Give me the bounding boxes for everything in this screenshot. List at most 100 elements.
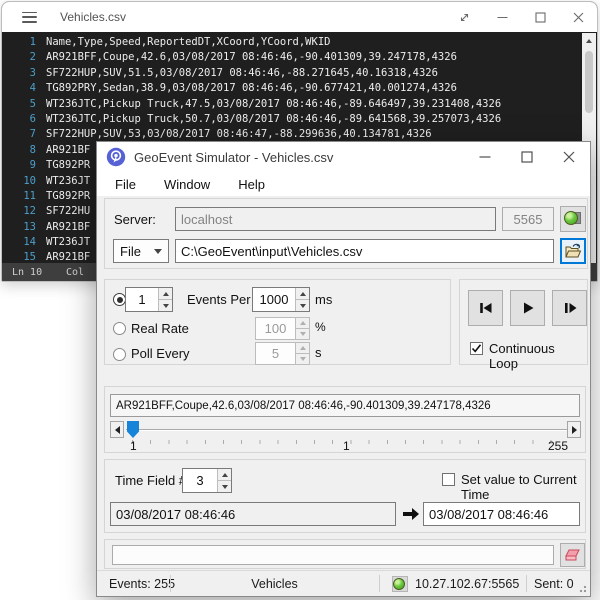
connect-button[interactable] [560, 206, 586, 232]
editor-close-button[interactable] [559, 2, 597, 32]
spinner-down-icon [296, 353, 309, 364]
continuous-loop-label: Continuous Loop [489, 341, 587, 371]
progress-bar [112, 545, 554, 565]
events-per-label: Events Per [187, 292, 251, 307]
editor-window-title: Vehicles.csv [60, 10, 126, 24]
step-forward-button[interactable] [552, 290, 587, 326]
line-text: WT236JT [36, 235, 90, 250]
server-host-input[interactable]: localhost [175, 207, 496, 231]
open-folder-icon [564, 243, 582, 259]
line-text: AR921BFF,Coupe,42.6,03/08/2017 08:46:46,… [36, 50, 457, 65]
status-green-icon [393, 578, 405, 590]
set-current-time-checkbox[interactable] [442, 473, 455, 486]
editor-line: 4TG892PRY,Sedan,38.9,03/08/2017 08:46:46… [2, 81, 597, 96]
arrow-right-icon [571, 426, 578, 434]
continuous-loop-checkbox[interactable] [470, 342, 483, 355]
line-number: 13 [2, 220, 36, 235]
editor-minimize-button[interactable] [483, 2, 521, 32]
server-port-input[interactable]: 5565 [502, 207, 554, 231]
output-time-field[interactable]: 03/08/2017 08:46:46 [423, 502, 580, 526]
scroll-up-icon[interactable] [586, 39, 592, 43]
line-number: 11 [2, 189, 36, 204]
line-number: 10 [2, 174, 36, 189]
interval-ms-value: 1000 [253, 288, 295, 311]
editor-line: 2AR921BFF,Coupe,42.6,03/08/2017 08:46:46… [2, 50, 597, 65]
source-type-value: File [120, 244, 141, 259]
simulator-minimize-button[interactable] [464, 142, 506, 172]
file-path-input[interactable]: C:\GeoEvent\input\Vehicles.csv [175, 239, 554, 263]
editor-line: 3SF722HUP,SUV,51.5,03/08/2017 08:46:46,-… [2, 66, 597, 81]
menu-file[interactable]: File [105, 177, 146, 192]
editor-line: 6WT236JTC,Pickup Truck,50.7,03/08/2017 0… [2, 112, 597, 127]
resize-grip[interactable] [577, 583, 587, 593]
time-field-spinner[interactable]: 3 [182, 468, 232, 493]
menu-hamburger-icon[interactable] [22, 12, 37, 23]
spinner-up-icon[interactable] [159, 288, 172, 299]
poll-every-radio[interactable] [113, 348, 126, 361]
editor-line: 1Name,Type,Speed,ReportedDT,XCoord,YCoor… [2, 35, 597, 50]
step-back-button[interactable] [468, 290, 503, 326]
time-field-value: 3 [183, 469, 217, 492]
line-number: 14 [2, 235, 36, 250]
slider-right-button[interactable] [567, 421, 581, 438]
spinner-up-icon [296, 343, 309, 353]
poll-seconds-spinner: 5 [255, 342, 310, 365]
events-count-value: 1 [126, 288, 158, 311]
spinner-up-icon[interactable] [218, 469, 231, 480]
interval-ms-spinner[interactable]: 1000 [252, 287, 310, 312]
slider-min-label: 1 [130, 439, 137, 453]
editor-line-indicator: Ln 10 [12, 267, 42, 278]
editor-expand-icon[interactable] [445, 2, 483, 32]
events-count: Events: 255 [109, 571, 175, 596]
line-text: TG892PRY,Sedan,38.9,03/08/2017 08:46:46,… [36, 81, 457, 96]
menu-window[interactable]: Window [154, 177, 220, 192]
record-slider-track[interactable] [126, 429, 567, 431]
chevron-down-icon [154, 249, 162, 254]
editor-line: 5WT236JTC,Pickup Truck,47.5,03/08/2017 0… [2, 97, 597, 112]
playback-group: Continuous Loop [459, 279, 588, 365]
line-text: SF722HU [36, 204, 90, 219]
line-number: 2 [2, 50, 36, 65]
line-text: SF722HUP,SUV,51.5,03/08/2017 08:46:46,-8… [36, 66, 438, 81]
real-rate-label: Real Rate [131, 321, 189, 336]
browse-file-button[interactable] [560, 238, 586, 264]
source-time-field[interactable]: 03/08/2017 08:46:46 [110, 502, 396, 526]
eraser-icon [564, 549, 581, 562]
spinner-down-icon[interactable] [296, 299, 309, 311]
line-number: 3 [2, 66, 36, 81]
real-rate-radio[interactable] [113, 322, 126, 335]
current-record-field[interactable]: AR921BFF,Coupe,42.6,03/08/2017 08:46:46,… [110, 394, 580, 417]
percent-unit-label: % [315, 320, 326, 334]
spinner-down-icon[interactable] [159, 299, 172, 311]
clear-button[interactable] [560, 543, 585, 567]
line-text: WT236JT [36, 174, 90, 189]
arrow-left-icon [114, 426, 121, 434]
events-count-spinner[interactable]: 1 [125, 287, 173, 312]
slider-left-button[interactable] [110, 421, 124, 438]
line-number: 1 [2, 35, 36, 50]
simulator-maximize-button[interactable] [506, 142, 548, 172]
line-number: 6 [2, 112, 36, 127]
simulator-close-button[interactable] [548, 142, 590, 172]
time-group: Time Field # 3 Set value to Current Time… [104, 459, 586, 533]
connection-group: Server: localhost 5565 File C:\GeoEvent\… [104, 198, 588, 269]
menu-help[interactable]: Help [228, 177, 275, 192]
poll-seconds-value: 5 [256, 343, 295, 364]
play-button[interactable] [510, 290, 545, 326]
spinner-up-icon[interactable] [296, 288, 309, 299]
line-number: 5 [2, 97, 36, 112]
play-icon [519, 299, 537, 317]
record-group: AR921BFF,Coupe,42.6,03/08/2017 08:46:46,… [104, 386, 586, 453]
connection-status-green-icon [564, 211, 578, 225]
spinner-down-icon [296, 328, 309, 339]
spinner-down-icon[interactable] [218, 480, 231, 492]
statusbar-divider [526, 575, 527, 592]
source-type-dropdown[interactable]: File [113, 239, 169, 263]
record-slider-thumb[interactable] [127, 421, 139, 438]
arrow-right-icon [401, 506, 421, 522]
scrollbar-thumb[interactable] [585, 51, 593, 113]
editor-col-indicator: Col [66, 267, 84, 278]
rate-group: 1 Events Per 1000 ms Real Rate 100 % Pol… [104, 279, 451, 365]
editor-maximize-button[interactable] [521, 2, 559, 32]
seconds-unit-label: s [315, 345, 322, 360]
